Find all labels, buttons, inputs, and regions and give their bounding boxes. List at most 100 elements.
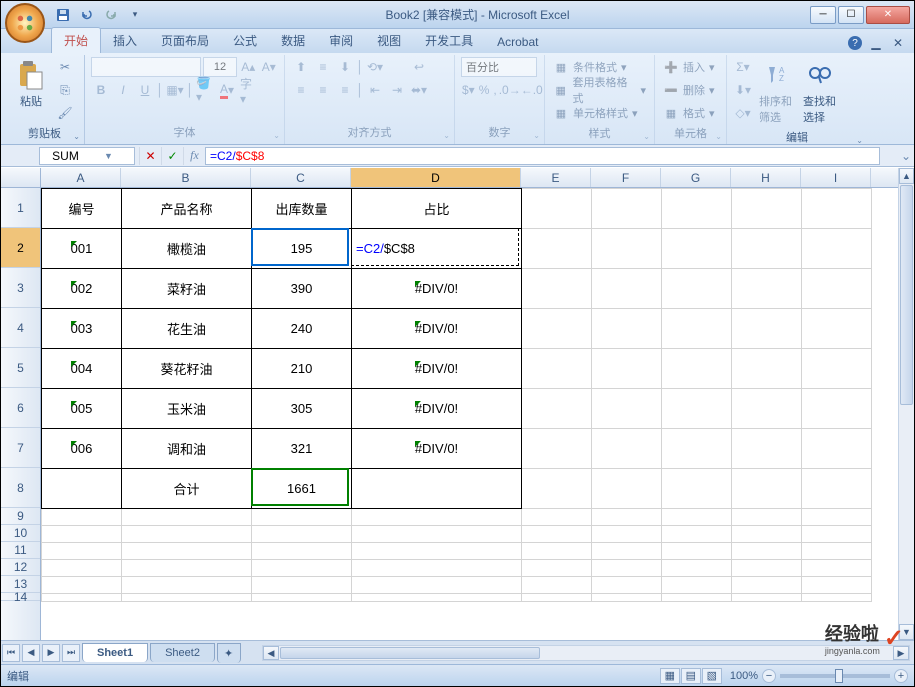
- zoom-level[interactable]: 100%: [730, 670, 758, 682]
- autosum-icon[interactable]: Σ▾: [733, 57, 753, 77]
- zoom-knob[interactable]: [835, 669, 843, 683]
- indent-decrease-icon[interactable]: ⇤: [365, 80, 385, 100]
- comma-icon[interactable]: ,: [492, 80, 497, 100]
- cell-E10[interactable]: [522, 526, 592, 543]
- cell-E8[interactable]: [522, 469, 592, 509]
- cell-G12[interactable]: [662, 560, 732, 577]
- cell-grid[interactable]: 编号产品名称出库数量占比001橄榄油195=C2/$C$8002菜籽油390#D…: [41, 188, 898, 640]
- table-format-button[interactable]: ▦套用表格格式▾: [551, 80, 648, 100]
- cell-H1[interactable]: [732, 189, 802, 229]
- indent-increase-icon[interactable]: ⇥: [387, 80, 407, 100]
- sheet-tab-1[interactable]: Sheet1: [82, 643, 148, 662]
- cell-H6[interactable]: [732, 389, 802, 429]
- tab-data[interactable]: 数据: [269, 28, 317, 53]
- cell-C1[interactable]: 出库数量: [252, 189, 352, 229]
- cell-C7[interactable]: 321: [252, 429, 352, 469]
- cell-B10[interactable]: [122, 526, 252, 543]
- cell-B3[interactable]: 菜籽油: [122, 269, 252, 309]
- cell-D3[interactable]: #DIV/0!: [352, 269, 522, 309]
- col-header-I[interactable]: I: [801, 168, 871, 187]
- doc-close-icon[interactable]: ✕: [890, 35, 906, 51]
- row-header-12[interactable]: 12: [1, 559, 40, 576]
- percent-icon[interactable]: %: [478, 80, 491, 100]
- currency-icon[interactable]: $▾: [461, 80, 476, 100]
- cell-C13[interactable]: [252, 577, 352, 594]
- fx-icon[interactable]: fx: [183, 147, 205, 165]
- col-header-C[interactable]: C: [251, 168, 351, 187]
- cell-B12[interactable]: [122, 560, 252, 577]
- col-header-B[interactable]: B: [121, 168, 251, 187]
- close-button[interactable]: ✕: [866, 6, 910, 24]
- cell-A1[interactable]: 编号: [42, 189, 122, 229]
- cell-E1[interactable]: [522, 189, 592, 229]
- cell-E9[interactable]: [522, 509, 592, 526]
- cell-A7[interactable]: 006: [42, 429, 122, 469]
- col-header-A[interactable]: A: [41, 168, 121, 187]
- cell-B5[interactable]: 葵花籽油: [122, 349, 252, 389]
- cell-A13[interactable]: [42, 577, 122, 594]
- cell-A3[interactable]: 002: [42, 269, 122, 309]
- name-box[interactable]: SUM ▼: [39, 147, 135, 165]
- help-icon[interactable]: ?: [848, 36, 862, 50]
- cell-G2[interactable]: [662, 229, 732, 269]
- align-middle-icon[interactable]: ≡: [313, 57, 333, 77]
- cell-H5[interactable]: [732, 349, 802, 389]
- vertical-scrollbar[interactable]: ▲ ▼: [898, 168, 914, 640]
- cell-B4[interactable]: 花生油: [122, 309, 252, 349]
- cell-I2[interactable]: [802, 229, 872, 269]
- cell-C12[interactable]: [252, 560, 352, 577]
- cell-D13[interactable]: [352, 577, 522, 594]
- sheet-tab-2[interactable]: Sheet2: [150, 643, 215, 662]
- cancel-formula-icon[interactable]: ✕: [139, 147, 161, 165]
- fill-color-icon[interactable]: 🪣▾: [195, 80, 215, 100]
- cell-A10[interactable]: [42, 526, 122, 543]
- col-header-D[interactable]: D: [351, 168, 521, 187]
- cell-G11[interactable]: [662, 543, 732, 560]
- cell-G9[interactable]: [662, 509, 732, 526]
- save-icon[interactable]: [53, 5, 73, 25]
- tab-developer[interactable]: 开发工具: [413, 28, 485, 53]
- cell-D1[interactable]: 占比: [352, 189, 522, 229]
- cell-E7[interactable]: [522, 429, 592, 469]
- align-top-icon[interactable]: ⬆: [291, 57, 311, 77]
- cell-E2[interactable]: [522, 229, 592, 269]
- horizontal-scrollbar[interactable]: ◀ ▶: [262, 645, 910, 661]
- cell-I4[interactable]: [802, 309, 872, 349]
- cell-I12[interactable]: [802, 560, 872, 577]
- cell-F12[interactable]: [592, 560, 662, 577]
- scroll-thumb[interactable]: [900, 185, 913, 405]
- cell-E3[interactable]: [522, 269, 592, 309]
- row-header-9[interactable]: 9: [1, 508, 40, 525]
- cell-C9[interactable]: [252, 509, 352, 526]
- cell-F11[interactable]: [592, 543, 662, 560]
- col-header-H[interactable]: H: [731, 168, 801, 187]
- align-center-icon[interactable]: ≡: [313, 80, 333, 100]
- row-header-8[interactable]: 8: [1, 468, 40, 508]
- cell-B14[interactable]: [122, 594, 252, 602]
- cell-A6[interactable]: 005: [42, 389, 122, 429]
- format-cells-button[interactable]: ▦格式▾: [661, 103, 717, 123]
- cell-D11[interactable]: [352, 543, 522, 560]
- sort-filter-button[interactable]: AZ 排序和筛选: [757, 57, 797, 127]
- expand-formula-icon[interactable]: ⌄: [898, 149, 914, 163]
- cell-G6[interactable]: [662, 389, 732, 429]
- cell-F9[interactable]: [592, 509, 662, 526]
- cell-F10[interactable]: [592, 526, 662, 543]
- cell-D5[interactable]: #DIV/0!: [352, 349, 522, 389]
- font-color-icon[interactable]: A▾: [217, 80, 237, 100]
- cell-H2[interactable]: [732, 229, 802, 269]
- delete-cells-button[interactable]: ➖删除▾: [661, 80, 717, 100]
- cell-I5[interactable]: [802, 349, 872, 389]
- zoom-out-icon[interactable]: −: [762, 669, 776, 683]
- tab-home[interactable]: 开始: [51, 27, 101, 53]
- cell-A2[interactable]: 001: [42, 229, 122, 269]
- cell-H3[interactable]: [732, 269, 802, 309]
- inc-decimal-icon[interactable]: .0→: [500, 80, 520, 100]
- format-painter-icon[interactable]: 🖌: [55, 103, 75, 123]
- cell-F5[interactable]: [592, 349, 662, 389]
- formula-input[interactable]: =C2/$C$8: [205, 147, 880, 165]
- bold-icon[interactable]: B: [91, 80, 111, 100]
- cell-F2[interactable]: [592, 229, 662, 269]
- cell-F4[interactable]: [592, 309, 662, 349]
- cell-C5[interactable]: 210: [252, 349, 352, 389]
